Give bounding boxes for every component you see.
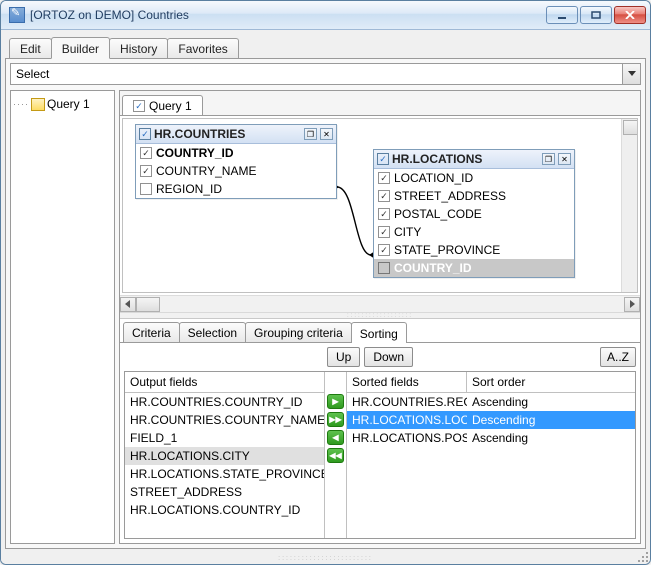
titlebar[interactable]: [ORTOZ on DEMO] Countries xyxy=(1,1,650,30)
horizontal-scrollbar[interactable] xyxy=(120,295,640,312)
sorted-fields-header: Sorted fields xyxy=(347,372,467,392)
sort-az-button[interactable]: A..Z xyxy=(600,347,636,367)
minimize-button[interactable] xyxy=(546,6,578,24)
window-title: [ORTOZ on DEMO] Countries xyxy=(30,8,546,22)
col-street-address[interactable]: ✓STREET_ADDRESS xyxy=(374,187,574,205)
diagram-canvas[interactable]: ✓ HR.COUNTRIES ❐ ✕ ✓COUNTRY_ID ✓COUNTRY_… xyxy=(122,118,638,293)
move-left-icon[interactable]: ◀ xyxy=(327,430,344,445)
scroll-thumb[interactable] xyxy=(136,297,160,312)
col-state-province[interactable]: ✓STATE_PROVINCE xyxy=(374,241,574,259)
tab-grouping[interactable]: Grouping criteria xyxy=(245,322,352,342)
col-country-id[interactable]: ✓COUNTRY_ID xyxy=(136,144,336,162)
tree-label: Query 1 xyxy=(47,97,90,111)
table-countries[interactable]: ✓ HR.COUNTRIES ❐ ✕ ✓COUNTRY_ID ✓COUNTRY_… xyxy=(135,124,337,199)
output-field-item[interactable]: HR.LOCATIONS.CITY xyxy=(125,447,324,465)
tab-criteria[interactable]: Criteria xyxy=(123,322,180,342)
resize-grip-icon[interactable] xyxy=(635,549,648,562)
output-field-item[interactable]: HR.COUNTRIES.COUNTRY_NAME xyxy=(125,411,324,429)
output-field-item[interactable]: STREET_ADDRESS xyxy=(125,483,324,501)
query-icon xyxy=(31,98,45,111)
table-title: HR.COUNTRIES xyxy=(154,127,301,141)
output-fields-list[interactable]: Output fields HR.COUNTRIES.COUNTRY_ID HR… xyxy=(125,372,325,538)
output-field-item[interactable]: HR.LOCATIONS.STATE_PROVINCE xyxy=(125,465,324,483)
close-icon[interactable]: ✕ xyxy=(320,128,333,140)
close-icon[interactable]: ✕ xyxy=(558,153,571,165)
tab-favorites[interactable]: Favorites xyxy=(167,38,238,58)
tab-history[interactable]: History xyxy=(109,38,168,58)
select-input[interactable] xyxy=(11,64,622,84)
statusbar: :::::::::::::::::::::::: xyxy=(1,553,650,564)
table-title: HR.LOCATIONS xyxy=(392,152,539,166)
table-locations[interactable]: ✓ HR.LOCATIONS ❐ ✕ ✓LOCATION_ID ✓STREET_… xyxy=(373,149,575,278)
sorted-row[interactable]: HR.COUNTRIES.REGAscending xyxy=(347,393,635,411)
checkbox-icon[interactable]: ✓ xyxy=(139,128,151,140)
sorted-fields-list[interactable]: Sorted fields Sort order HR.COUNTRIES.RE… xyxy=(347,372,635,538)
col-postal-code[interactable]: ✓POSTAL_CODE xyxy=(374,205,574,223)
tab-selection[interactable]: Selection xyxy=(179,322,246,342)
output-fields-header: Output fields xyxy=(125,372,324,393)
col-city[interactable]: ✓CITY xyxy=(374,223,574,241)
move-right-icon[interactable]: ▶ xyxy=(327,394,344,409)
sorted-row[interactable]: HR.LOCATIONS.POSAscending xyxy=(347,429,635,447)
main-tabstrip: Edit Builder History Favorites xyxy=(5,34,646,58)
app-icon xyxy=(9,7,25,23)
up-button[interactable]: Up xyxy=(327,347,360,367)
vertical-scrollbar[interactable] xyxy=(621,119,638,293)
tree-line-icon: ···· xyxy=(13,99,29,109)
move-all-left-icon[interactable]: ◀◀ xyxy=(327,448,344,463)
maximize-button[interactable] xyxy=(580,6,612,24)
scroll-right-icon[interactable] xyxy=(624,297,640,312)
sort-order-header: Sort order xyxy=(467,372,530,392)
output-field-item[interactable]: HR.COUNTRIES.COUNTRY_ID xyxy=(125,393,324,411)
select-dropdown-icon[interactable] xyxy=(622,64,640,84)
query-tree[interactable]: ···· Query 1 xyxy=(10,90,115,544)
move-buttons: ▶ ▶▶ ◀ ◀◀ xyxy=(325,372,347,538)
output-field-item[interactable]: HR.LOCATIONS.COUNTRY_ID xyxy=(125,501,324,519)
app-window: [ORTOZ on DEMO] Countries Edit Builder H… xyxy=(0,0,651,565)
checkbox-icon[interactable]: ✓ xyxy=(133,100,145,112)
select-combobox[interactable] xyxy=(10,63,641,85)
tab-sorting[interactable]: Sorting xyxy=(351,322,407,343)
move-all-right-icon[interactable]: ▶▶ xyxy=(327,412,344,427)
close-button[interactable] xyxy=(614,6,646,24)
col-country-id-fk[interactable]: COUNTRY_ID xyxy=(374,259,574,277)
restore-icon[interactable]: ❐ xyxy=(542,153,555,165)
tab-builder[interactable]: Builder xyxy=(51,37,110,59)
output-field-item[interactable]: FIELD_1 xyxy=(125,429,324,447)
col-country-name[interactable]: ✓COUNTRY_NAME xyxy=(136,162,336,180)
sorted-row[interactable]: HR.LOCATIONS.LOCDescending xyxy=(347,411,635,429)
col-region-id[interactable]: REGION_ID xyxy=(136,180,336,198)
tab-edit[interactable]: Edit xyxy=(9,38,52,58)
restore-icon[interactable]: ❐ xyxy=(304,128,317,140)
scroll-left-icon[interactable] xyxy=(120,297,136,312)
checkbox-icon[interactable]: ✓ xyxy=(377,153,389,165)
col-location-id[interactable]: ✓LOCATION_ID xyxy=(374,169,574,187)
tree-item-query1[interactable]: ···· Query 1 xyxy=(13,95,112,113)
properties-tabstrip: Criteria Selection Grouping criteria Sor… xyxy=(120,319,640,342)
diagram-tab-query1[interactable]: ✓ Query 1 xyxy=(122,95,203,115)
down-button[interactable]: Down xyxy=(364,347,413,367)
diagram-tabstrip: ✓ Query 1 xyxy=(120,91,640,115)
